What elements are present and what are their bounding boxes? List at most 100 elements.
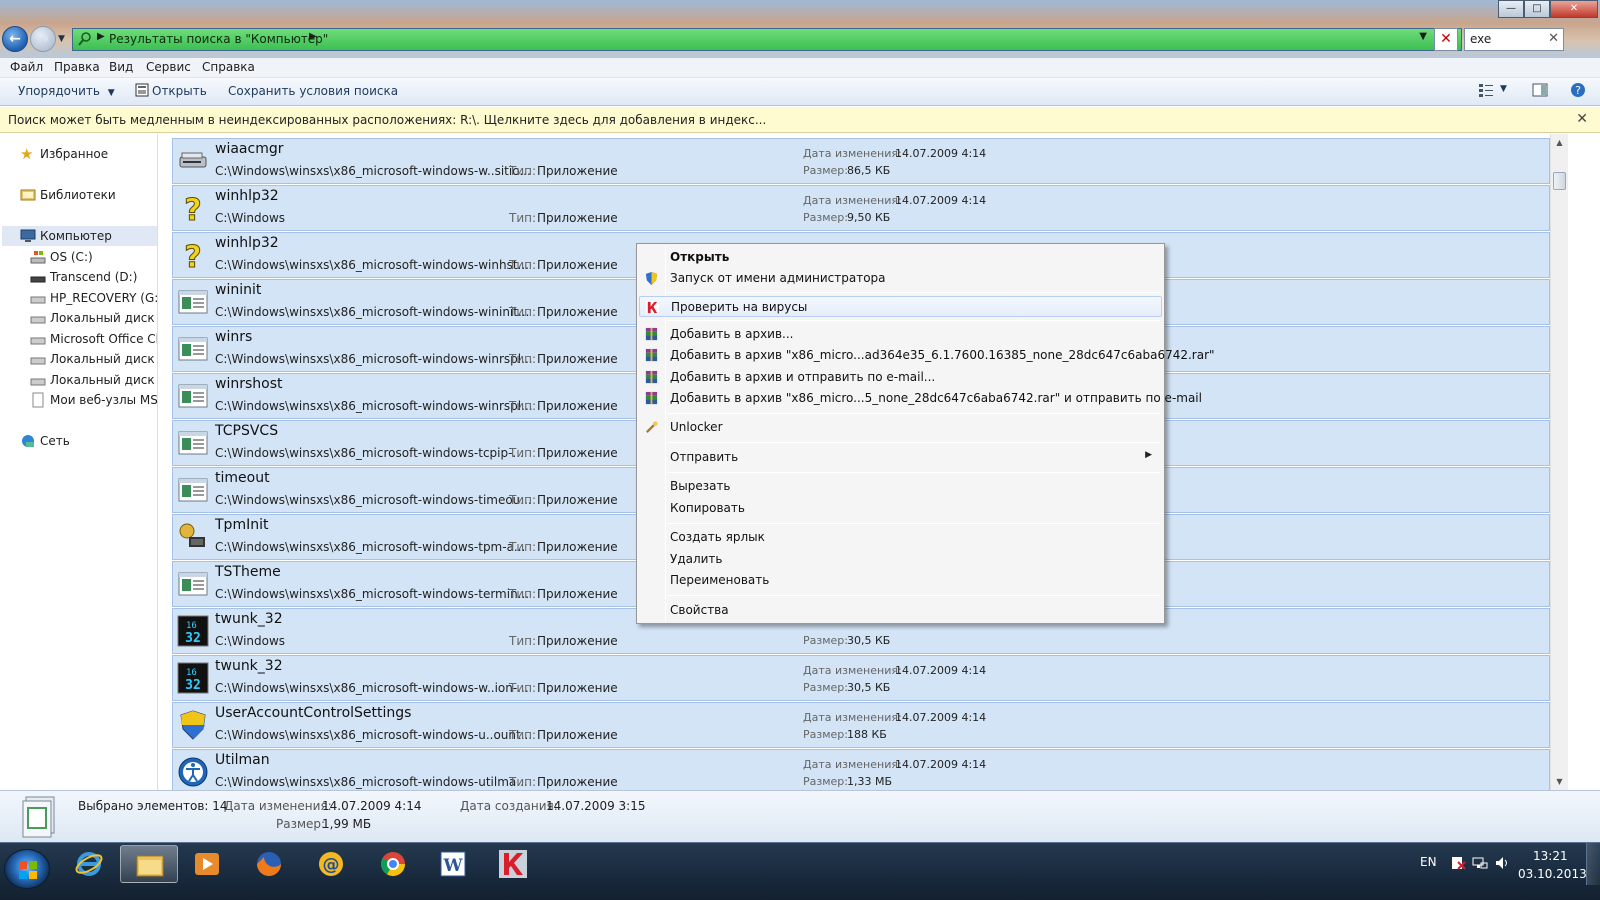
recent-pages-dropdown[interactable]: ▼ xyxy=(58,34,65,44)
view-dropdown-icon[interactable]: ▼ xyxy=(1500,84,1507,94)
taskbar-kaspersky[interactable] xyxy=(484,845,542,883)
nav-drive-n[interactable]: Локальный диск (N: xyxy=(30,308,157,328)
taskbar-mail-agent[interactable]: @ xyxy=(302,845,360,883)
svg-text:?: ? xyxy=(184,193,201,224)
file-row[interactable]: UserAccountControlSettings C:\Windows\win… xyxy=(172,702,1550,748)
vertical-scrollbar[interactable]: ▲ ▼ xyxy=(1550,134,1568,790)
close-window-button[interactable]: ✕ xyxy=(1550,0,1598,18)
view-options-icon[interactable] xyxy=(1478,82,1494,98)
file-row[interactable]: 16 32 twunk_32 C:\Windows\winsxs\x86_micros… xyxy=(172,655,1550,701)
nav-drive-office[interactable]: Microsoft Office Clic xyxy=(30,329,158,349)
taskbar-firefox[interactable] xyxy=(240,845,298,883)
nav-msn-sites[interactable]: Мои веб-узлы MSN xyxy=(30,390,157,410)
close-icon[interactable]: ✕ xyxy=(1576,111,1588,127)
file-name: winrshost xyxy=(215,376,283,392)
file-type-label: Тип: xyxy=(509,728,537,742)
file-path: C:\Windows\winsxs\x86_microsoft-windows-… xyxy=(215,258,529,272)
index-warning-text[interactable]: Поиск может быть медленным в неиндексиро… xyxy=(8,113,766,127)
nav-libraries[interactable]: Библиотеки xyxy=(20,185,116,205)
app-window-icon xyxy=(177,333,209,365)
menu-run-as-admin[interactable]: Запуск от имени администратора xyxy=(639,268,1162,289)
language-indicator[interactable]: EN xyxy=(1420,855,1437,869)
nav-favorites[interactable]: ★ Избранное xyxy=(20,144,108,164)
search-input[interactable]: exe ✕ xyxy=(1464,28,1564,51)
menu-open[interactable]: Открыть xyxy=(639,247,1162,268)
action-center-icon[interactable] xyxy=(1450,855,1466,871)
maximize-button[interactable]: □ xyxy=(1524,0,1550,18)
taskbar-ie[interactable] xyxy=(60,845,118,883)
menu-create-shortcut[interactable]: Создать ярлык xyxy=(639,527,1162,548)
menu-cut-label: Вырезать xyxy=(670,479,731,493)
forward-button[interactable]: → xyxy=(30,26,56,52)
menu-add-archive-email[interactable]: Добавить в архив и отправить по e-mail..… xyxy=(639,367,1162,388)
menu-edit[interactable]: Правка xyxy=(54,60,100,74)
back-button[interactable]: ← xyxy=(2,26,28,52)
menu-rename[interactable]: Переименовать xyxy=(639,570,1162,591)
clock-time[interactable]: 13:21 xyxy=(1533,849,1568,863)
menu-file[interactable]: Файл xyxy=(10,60,43,74)
menu-open-label: Открыть xyxy=(670,250,730,264)
nav-drive-d[interactable]: Transcend (D:) xyxy=(30,267,137,287)
drive-label: Microsoft Office Clic xyxy=(50,332,158,346)
file-path: C:\Windows xyxy=(215,211,286,225)
scroll-down-icon[interactable]: ▼ xyxy=(1551,773,1568,790)
scroll-up-icon[interactable]: ▲ xyxy=(1551,134,1568,151)
menu-view[interactable]: Вид xyxy=(109,60,133,74)
menu-add-archive[interactable]: Добавить в архив... xyxy=(639,324,1162,345)
nav-computer-label: Компьютер xyxy=(40,229,112,243)
taskbar-explorer[interactable] xyxy=(120,845,178,883)
network-status-icon[interactable] xyxy=(1472,855,1488,871)
address-bar[interactable]: ▶ Результаты поиска в "Компьютер" ▶ ▼ xyxy=(72,28,1462,51)
taskbar-word[interactable]: W xyxy=(424,845,482,883)
svg-text:?: ? xyxy=(1575,84,1581,97)
menu-properties[interactable]: Свойства xyxy=(639,600,1162,621)
file-row[interactable]: ? winhlp32 C:\Windows Тип: Приложение Дата из… xyxy=(172,185,1550,231)
volume-icon[interactable] xyxy=(1494,855,1510,871)
menu-scan-virus[interactable]: Проверить на вирусы xyxy=(639,296,1162,317)
nav-drive-s[interactable]: Локальный диск (S:) xyxy=(30,370,157,390)
taskbar-media-player[interactable] xyxy=(178,845,236,883)
preview-pane-icon[interactable] xyxy=(1532,82,1548,98)
file-name: winhlp32 xyxy=(215,235,279,251)
breadcrumb-separator-icon[interactable]: ▶ xyxy=(97,31,105,42)
taskbar-chrome[interactable] xyxy=(364,845,422,883)
menu-send-to[interactable]: Отправить ▶ xyxy=(639,447,1162,468)
save-search-button[interactable]: Сохранить условия поиска xyxy=(228,84,398,98)
accessibility-icon xyxy=(177,756,209,788)
nav-drive-r[interactable]: Локальный диск (R: xyxy=(30,349,157,369)
menu-tools[interactable]: Сервис xyxy=(146,60,191,74)
file-type-label: Тип: xyxy=(509,587,537,601)
file-type-value: Приложение xyxy=(537,446,618,460)
start-button[interactable] xyxy=(4,849,50,889)
nav-network[interactable]: Сеть xyxy=(20,431,70,451)
menu-unlocker[interactable]: Unlocker xyxy=(639,417,1162,438)
breadcrumb-separator-icon[interactable]: ▶ xyxy=(309,31,317,42)
file-row[interactable]: Utilman C:\Windows\winsxs\x86_microsoft-w… xyxy=(172,749,1550,790)
nav-drive-g[interactable]: HP_RECOVERY (G:) xyxy=(30,288,157,308)
nav-computer[interactable]: Компьютер xyxy=(2,226,157,246)
address-dropdown-icon[interactable]: ▼ xyxy=(1419,31,1427,42)
menu-add-archive-email-label: Добавить в архив и отправить по e-mail..… xyxy=(670,370,936,384)
nav-drive-c[interactable]: OS (C:) xyxy=(30,247,93,267)
menu-add-archive-named[interactable]: Добавить в архив "x86_micro...ad364e35_6… xyxy=(639,345,1215,366)
organize-button[interactable]: Упорядочить ▼ xyxy=(18,84,115,98)
index-warning-bar[interactable]: Поиск может быть медленным в неиндексиро… xyxy=(0,107,1600,133)
selected-count: Выбрано элементов: 14 xyxy=(78,799,228,813)
menu-cut[interactable]: Вырезать xyxy=(639,476,1162,497)
open-button[interactable]: Открыть xyxy=(152,84,207,98)
menu-add-archive-named-email[interactable]: Добавить в архив "x86_micro...5_none_28d… xyxy=(639,388,1202,409)
menu-help[interactable]: Справка xyxy=(202,60,255,74)
menu-delete[interactable]: Удалить xyxy=(639,549,1162,570)
show-desktop-button[interactable] xyxy=(1586,843,1600,885)
menu-copy[interactable]: Копировать xyxy=(639,498,1162,519)
stop-search-button[interactable]: ✕ xyxy=(1434,28,1458,51)
minimize-button[interactable]: — xyxy=(1498,0,1524,18)
scroll-thumb[interactable] xyxy=(1553,172,1566,190)
twain-icon: 16 32 xyxy=(177,615,209,647)
address-path[interactable]: Результаты поиска в "Компьютер" xyxy=(109,32,328,46)
help-icon[interactable]: ? xyxy=(1570,82,1586,98)
svg-text:?: ? xyxy=(184,240,201,271)
clock-date[interactable]: 03.10.2013 xyxy=(1518,867,1587,881)
file-row[interactable]: wiaacmgr C:\Windows\winsxs\x86_microsoft-… xyxy=(172,138,1550,184)
clear-search-icon[interactable]: ✕ xyxy=(1548,31,1559,46)
